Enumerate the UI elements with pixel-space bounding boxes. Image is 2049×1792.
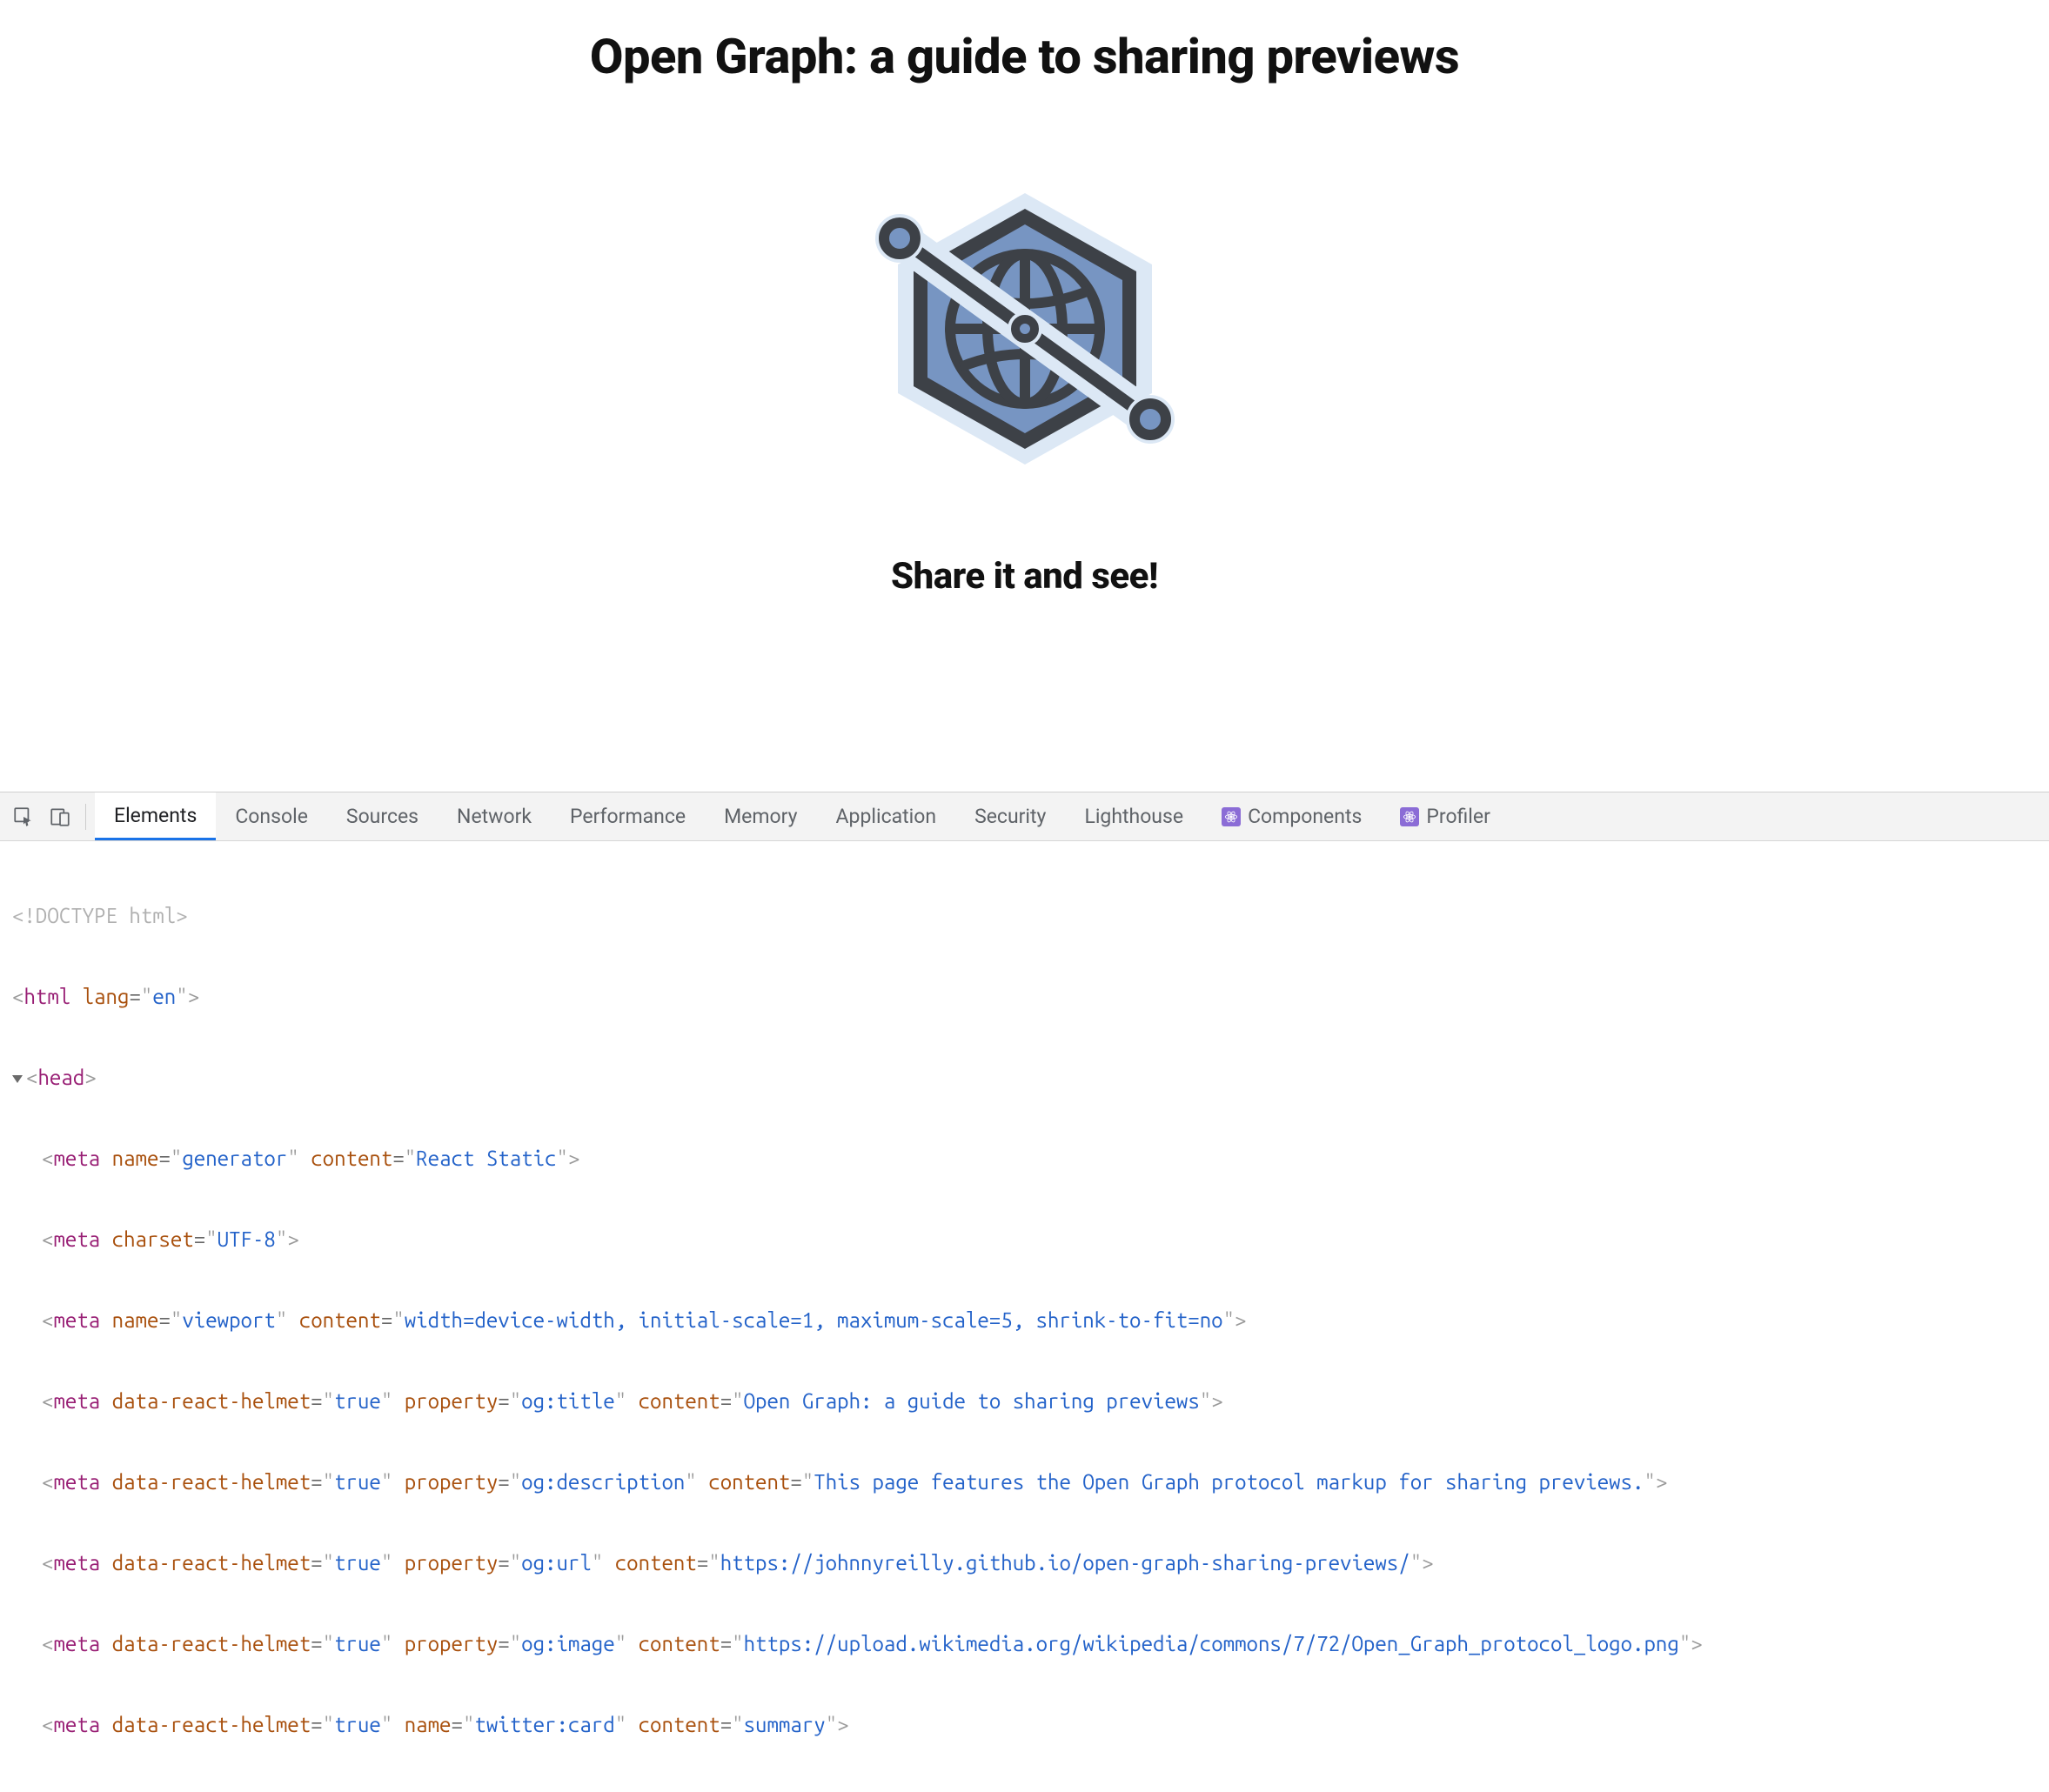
dom-node[interactable]: <meta data-react-helmet="true" property=… <box>12 1387 2037 1414</box>
dom-node[interactable]: <head> <box>12 1064 2037 1091</box>
page-subtitle: Share it and see! <box>891 555 1158 598</box>
dom-node[interactable]: <!DOCTYPE html> <box>12 902 2037 929</box>
dom-node[interactable]: <meta name="viewport" content="width=dev… <box>12 1307 2037 1334</box>
tab-network[interactable]: Network <box>438 792 551 840</box>
tab-components[interactable]: Components <box>1202 792 1381 840</box>
tab-application[interactable]: Application <box>817 792 956 840</box>
expand-caret-icon[interactable] <box>12 1075 23 1083</box>
tab-elements[interactable]: Elements <box>95 792 216 840</box>
elements-dom-tree[interactable]: <!DOCTYPE html> <html lang="en"> <head> … <box>0 841 2049 1792</box>
tab-console[interactable]: Console <box>216 792 327 840</box>
page-title: Open Graph: a guide to sharing previews <box>590 28 1459 85</box>
inspect-element-icon[interactable] <box>7 800 40 833</box>
tabbar-divider <box>85 804 86 830</box>
dom-node[interactable]: <meta data-react-helmet="true" property=… <box>12 1630 2037 1657</box>
open-graph-logo <box>842 172 1208 468</box>
dom-node[interactable]: <meta data-react-helmet="true" property=… <box>12 1549 2037 1576</box>
tab-memory[interactable]: Memory <box>705 792 816 840</box>
dom-node[interactable]: <meta charset="UTF-8"> <box>12 1226 2037 1253</box>
tab-profiler[interactable]: Profiler <box>1381 792 1510 840</box>
dom-node[interactable]: <meta data-react-helmet="true" property=… <box>12 1468 2037 1495</box>
devtools-panel: Elements Console Sources Network Perform… <box>0 792 2049 1792</box>
dom-node[interactable]: <meta name="generator" content="React St… <box>12 1145 2037 1172</box>
device-toolbar-icon[interactable] <box>44 800 77 833</box>
react-icon <box>1400 807 1419 826</box>
dom-node[interactable]: <meta data-react-helmet="true" name="twi… <box>12 1711 2037 1738</box>
tab-security[interactable]: Security <box>955 792 1065 840</box>
tab-lighthouse[interactable]: Lighthouse <box>1065 792 1202 840</box>
dom-node[interactable]: <html lang="en"> <box>12 983 2037 1010</box>
tab-performance[interactable]: Performance <box>551 792 705 840</box>
devtools-tabbar: Elements Console Sources Network Perform… <box>0 792 2049 841</box>
react-icon <box>1222 807 1241 826</box>
tab-sources[interactable]: Sources <box>327 792 438 840</box>
webpage-viewport: Open Graph: a guide to sharing previews <box>0 0 2049 792</box>
